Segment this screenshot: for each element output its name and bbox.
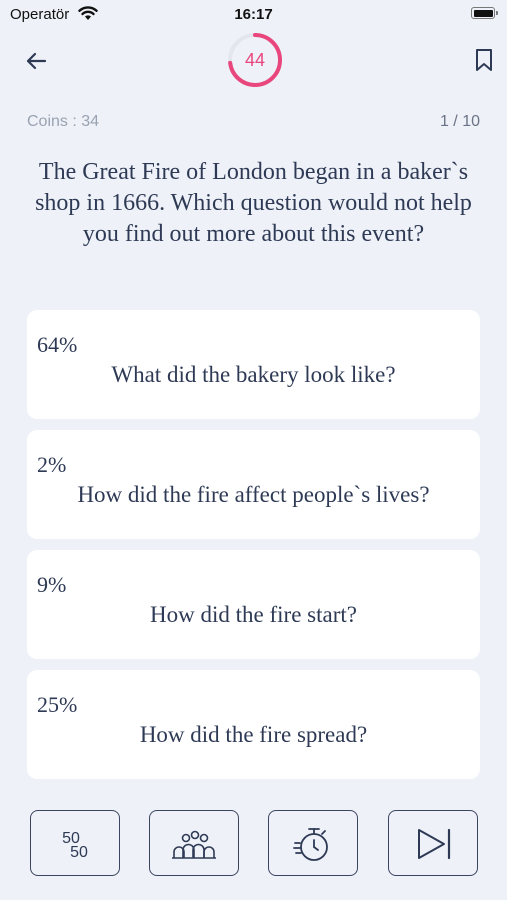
timer-value: 44 (244, 50, 266, 70)
arrow-left-icon (26, 52, 47, 70)
fifty-bottom-label: 50 (70, 844, 88, 861)
answer-option-4[interactable]: 25% How did the fire spread? (27, 670, 480, 779)
extra-time-button[interactable] (268, 810, 358, 876)
current-question: 1 (439, 113, 449, 130)
answer-option-1[interactable]: 64% What did the bakery look like? (27, 310, 480, 419)
audience-icon (172, 830, 216, 859)
question-text: The Great Fire of London began in a bake… (35, 159, 472, 247)
bookmark-icon (476, 49, 492, 71)
answer-option-2[interactable]: 2% How did the fire affect people`s live… (27, 430, 480, 539)
stopwatch-icon (293, 828, 328, 861)
countdown-timer: 44 (227, 32, 283, 88)
status-time: 16:17 (234, 6, 273, 23)
answer-percent: 2% (37, 452, 67, 477)
skip-icon (418, 828, 451, 860)
status-bar: Operatör 16:17 (0, 0, 507, 30)
total-questions: 10 (462, 113, 480, 130)
coins-counter: Coins : 34 (27, 113, 100, 130)
question-progress: 1 / 10 (440, 113, 480, 131)
answer-percent: 9% (37, 572, 67, 597)
answer-text: What did the bakery look like? (111, 362, 396, 387)
battery-icon (471, 7, 498, 19)
answer-option-3[interactable]: 9% How did the fire start? (27, 550, 480, 659)
answer-percent: 64% (37, 332, 78, 357)
answer-text: How did the fire spread? (139, 722, 368, 747)
fifty-fifty-button[interactable]: 50 50 (30, 810, 120, 876)
bookmark-button[interactable] (472, 46, 496, 74)
back-button[interactable] (22, 46, 52, 76)
answer-text: How did the fire affect people`s lives? (77, 482, 430, 507)
answer-text: How did the fire start? (150, 602, 357, 627)
progress-separator: / (453, 113, 458, 130)
audience-help-button[interactable] (149, 810, 239, 876)
fifty-fifty-icon: 50 50 (62, 830, 88, 861)
skip-question-button[interactable] (388, 810, 478, 876)
answer-percent: 25% (37, 692, 78, 717)
